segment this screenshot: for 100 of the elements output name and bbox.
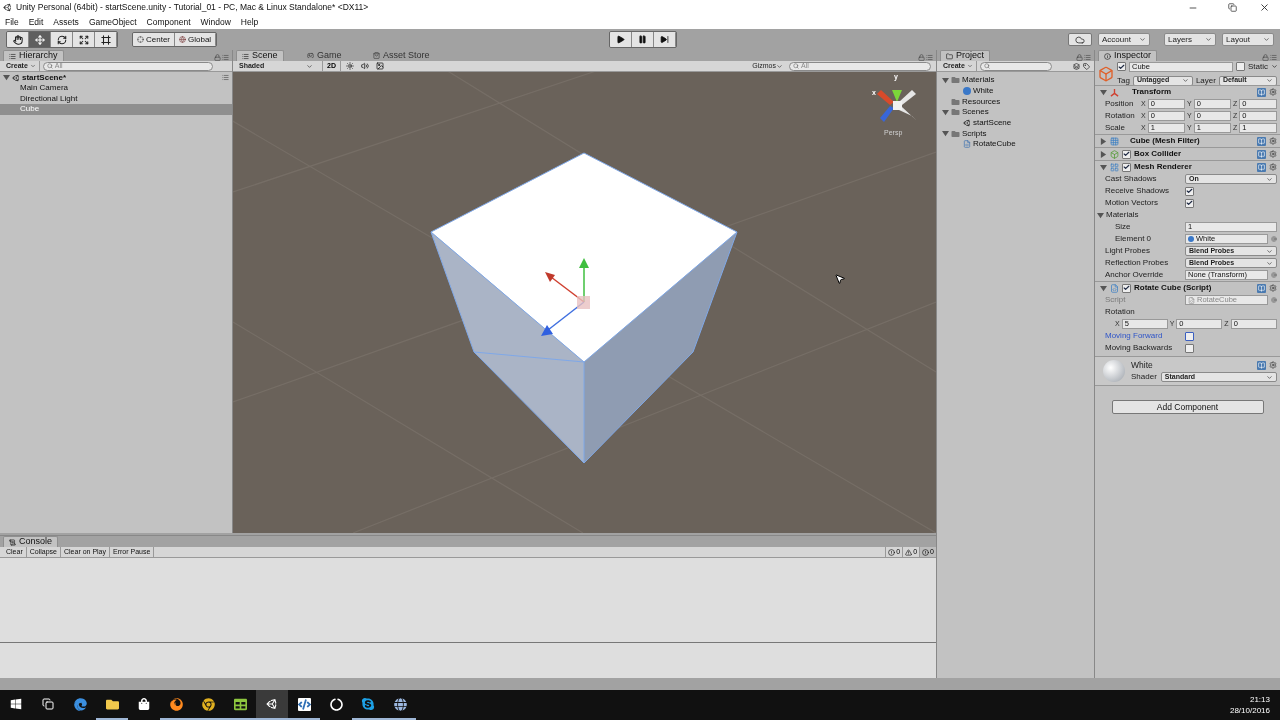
- cloud-button[interactable]: [1068, 33, 1092, 46]
- checkbox[interactable]: [1185, 198, 1194, 208]
- menu-item[interactable]: Assets: [53, 15, 79, 29]
- spreadsheet-icon[interactable]: [233, 697, 247, 711]
- tool-button[interactable]: [73, 32, 95, 47]
- toolbar-dropdown[interactable]: Layers: [1164, 33, 1216, 46]
- play-button[interactable]: [609, 32, 632, 47]
- expand-arrow[interactable]: [1100, 163, 1107, 171]
- toolbar-dropdown[interactable]: Layout: [1222, 33, 1274, 46]
- component-title[interactable]: Cube (Mesh Filter): [1130, 135, 1200, 147]
- project-item[interactable]: Resources: [962, 95, 1001, 108]
- clock-time[interactable]: 21:13: [1249, 694, 1270, 705]
- pause-button[interactable]: [631, 32, 654, 47]
- expand-arrow[interactable]: [1100, 284, 1107, 292]
- globe-icon[interactable]: [393, 697, 407, 711]
- checkbox[interactable]: [1185, 331, 1194, 341]
- help-icon[interactable]: [1257, 162, 1266, 172]
- code-icon[interactable]: [297, 697, 311, 711]
- task-view-icon[interactable]: [42, 698, 54, 710]
- settings-icon[interactable]: [1269, 163, 1277, 171]
- expand-arrow[interactable]: [942, 130, 949, 138]
- toolbar-dropdown[interactable]: Account: [1098, 33, 1150, 46]
- settings-icon[interactable]: [1269, 88, 1277, 96]
- settings-icon[interactable]: [1269, 284, 1277, 292]
- project-item[interactable]: Scenes: [962, 106, 989, 119]
- effects-toggle-icon[interactable]: [375, 62, 384, 70]
- panel-tab[interactable]: Scene: [236, 50, 284, 61]
- panel-tab[interactable]: Inspector: [1098, 50, 1158, 61]
- checkbox[interactable]: [1122, 283, 1131, 293]
- hierarchy-item[interactable]: Directional Light: [0, 93, 232, 104]
- checkbox[interactable]: [1122, 162, 1131, 172]
- help-icon[interactable]: [1257, 87, 1266, 97]
- pivot-toggle[interactable]: Center: [133, 33, 175, 46]
- tool-button[interactable]: [95, 32, 117, 47]
- browser-e-icon[interactable]: [73, 697, 87, 711]
- unity-icon[interactable]: [266, 698, 278, 710]
- expand-arrow[interactable]: [1097, 211, 1104, 219]
- pivot-toggle[interactable]: Global: [175, 33, 217, 46]
- help-icon[interactable]: [1257, 360, 1266, 370]
- checkbox[interactable]: [1122, 149, 1131, 159]
- chrome-icon[interactable]: [201, 697, 215, 711]
- ring-icon[interactable]: [329, 697, 343, 711]
- help-icon[interactable]: [1257, 136, 1266, 146]
- component-title[interactable]: Box Collider: [1134, 148, 1182, 160]
- settings-icon[interactable]: [1269, 150, 1277, 158]
- menu-item[interactable]: Help: [240, 15, 259, 29]
- list-icon: [9, 52, 16, 60]
- filter-label-icon[interactable]: [1083, 62, 1090, 70]
- search-field[interactable]: [979, 61, 1052, 71]
- tool-button[interactable]: [51, 32, 73, 47]
- expand-arrow[interactable]: [942, 108, 949, 116]
- error-icon: [922, 548, 930, 556]
- clock-date[interactable]: 28/10/2016: [1229, 705, 1270, 716]
- help-icon[interactable]: [1257, 149, 1266, 159]
- tool-button[interactable]: [7, 32, 29, 47]
- project-item[interactable]: White: [973, 85, 994, 98]
- add-component-button[interactable]: Add Component: [1111, 400, 1264, 414]
- lighting-toggle-icon[interactable]: [345, 62, 354, 70]
- menu-item[interactable]: Edit: [28, 15, 44, 29]
- menu-item[interactable]: File: [5, 15, 19, 29]
- firefox-icon[interactable]: [169, 697, 183, 711]
- component-title[interactable]: Rotate Cube (Script): [1134, 282, 1212, 294]
- expand-arrow[interactable]: [3, 74, 10, 81]
- settings-icon[interactable]: [1269, 137, 1277, 145]
- expand-arrow[interactable]: [1100, 88, 1107, 96]
- scene-name[interactable]: startScene*: [22, 71, 67, 84]
- help-icon[interactable]: [1257, 283, 1266, 293]
- audio-toggle-icon[interactable]: [360, 62, 369, 70]
- restore-icon: [1227, 3, 1237, 12]
- checkbox[interactable]: [1236, 62, 1245, 71]
- menu-icon[interactable]: [222, 74, 229, 81]
- folder-icon[interactable]: [105, 697, 119, 711]
- dropdown-caret-icon: [1266, 373, 1273, 381]
- expand-arrow[interactable]: [1100, 150, 1107, 158]
- project-item[interactable]: startScene: [973, 117, 1012, 130]
- taskbar-item[interactable]: [256, 690, 288, 720]
- menu-item[interactable]: Component: [146, 15, 191, 29]
- menu-item[interactable]: GameObject: [88, 15, 137, 29]
- expand-arrow[interactable]: [942, 76, 949, 84]
- menu-item[interactable]: Window: [200, 15, 231, 29]
- skype-icon[interactable]: [361, 697, 375, 711]
- panel-tab[interactable]: Asset Store: [368, 50, 435, 61]
- panel-tab[interactable]: Game: [302, 50, 347, 61]
- checkbox[interactable]: [1185, 186, 1194, 196]
- component-title[interactable]: Transform: [1132, 86, 1172, 98]
- filter-type-icon[interactable]: [1073, 62, 1080, 70]
- settings-icon[interactable]: [1269, 361, 1277, 369]
- project-item[interactable]: Materials: [962, 74, 995, 87]
- start-icon[interactable]: [10, 698, 22, 710]
- checkbox[interactable]: [1117, 62, 1126, 71]
- store-bag-icon[interactable]: [138, 698, 150, 710]
- step-button[interactable]: [653, 32, 676, 47]
- project-item[interactable]: RotateCube: [973, 138, 1016, 151]
- field-label: Shader: [1131, 371, 1157, 384]
- component-title[interactable]: Mesh Renderer: [1134, 161, 1192, 173]
- expand-arrow[interactable]: [1100, 137, 1107, 145]
- project-item[interactable]: Scripts: [962, 127, 987, 140]
- checkbox[interactable]: [1185, 343, 1194, 353]
- tool-button[interactable]: [29, 32, 51, 47]
- hierarchy-item[interactable]: Main Camera: [0, 83, 232, 94]
